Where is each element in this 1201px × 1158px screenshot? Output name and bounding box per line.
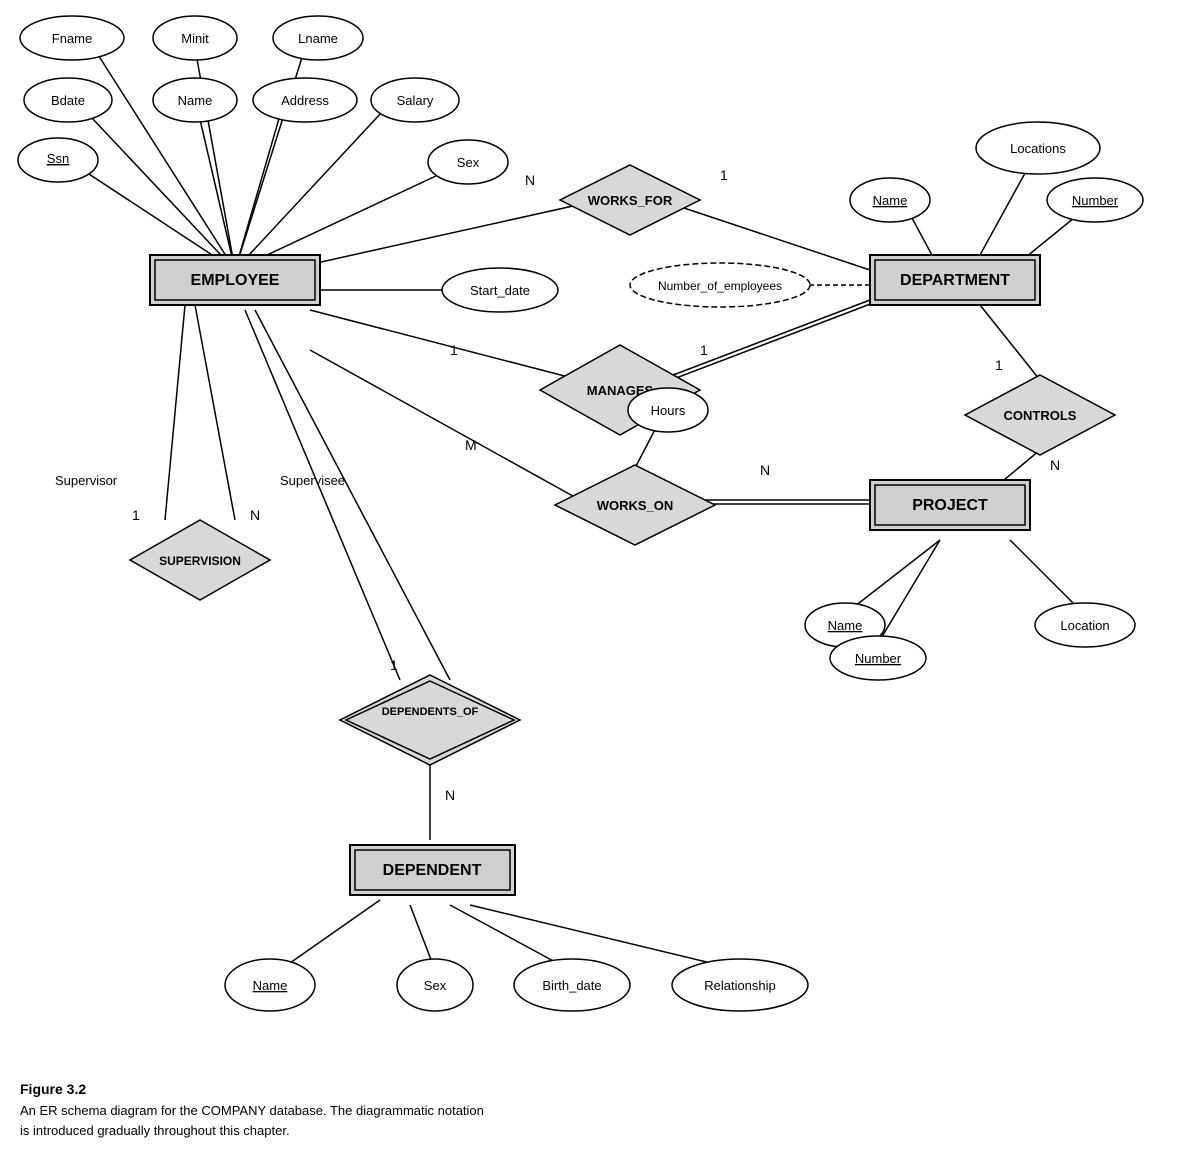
- caption-line2: is introduced gradually throughout this …: [20, 1123, 290, 1138]
- ssn-attr: Ssn: [47, 151, 69, 166]
- location-attr: Location: [1060, 618, 1109, 633]
- dept-name-attr: Name: [873, 193, 908, 208]
- dependent-label: DEPENDENT: [383, 862, 482, 879]
- lname-attr: Lname: [298, 31, 338, 46]
- locations-attr: Locations: [1010, 141, 1066, 156]
- supervision-1: 1: [132, 507, 140, 523]
- dependents-of-n: N: [445, 787, 455, 803]
- name-emp-attr: Name: [178, 93, 213, 108]
- minit-attr: Minit: [181, 31, 209, 46]
- bdate-attr: Bdate: [51, 93, 85, 108]
- manages-1-emp: 1: [450, 342, 458, 358]
- proj-name-attr: Name: [828, 618, 863, 633]
- salary-attr: Salary: [397, 93, 434, 108]
- supervision-label: SUPERVISION: [159, 554, 241, 568]
- dept-number-attr: Number: [1072, 193, 1119, 208]
- caption-line1: An ER schema diagram for the COMPANY dat…: [20, 1103, 484, 1118]
- manages-1-dept: 1: [700, 342, 708, 358]
- controls-label: CONTROLS: [1004, 408, 1077, 423]
- works-on-m: M: [465, 437, 477, 453]
- works-on-n: N: [760, 462, 770, 478]
- dep-sex-attr: Sex: [424, 978, 447, 993]
- employee-label: EMPLOYEE: [191, 272, 280, 289]
- works-for-1: 1: [720, 167, 728, 183]
- sex-emp-attr: Sex: [457, 155, 480, 170]
- dep-name-attr: Name: [253, 978, 288, 993]
- caption-text: An ER schema diagram for the COMPANY dat…: [20, 1101, 620, 1140]
- fname-attr: Fname: [52, 31, 92, 46]
- controls-1: 1: [995, 357, 1003, 373]
- dependents-of-1: 1: [390, 657, 398, 673]
- hours-attr: Hours: [651, 403, 686, 418]
- controls-n: N: [1050, 457, 1060, 473]
- supervisee-label: Supervisee: [280, 473, 345, 488]
- start-date-attr: Start_date: [470, 283, 530, 298]
- er-diagram-container: EMPLOYEE DEPARTMENT PROJECT DEPENDENT WO…: [0, 0, 1201, 1100]
- works-for-n: N: [525, 172, 535, 188]
- relationship-attr: Relationship: [704, 978, 776, 993]
- num-employees-attr: Number_of_employees: [658, 279, 782, 293]
- supervision-n: N: [250, 507, 260, 523]
- supervisor-label: Supervisor: [55, 473, 118, 488]
- department-label: DEPARTMENT: [900, 272, 1010, 289]
- birth-date-attr: Birth_date: [542, 978, 601, 993]
- caption-title: Figure 3.2: [20, 1081, 620, 1097]
- works-for-label: WORKS_FOR: [588, 193, 673, 208]
- proj-number-attr: Number: [855, 651, 902, 666]
- figure-caption: Figure 3.2 An ER schema diagram for the …: [20, 1081, 620, 1140]
- dependents-of-label: DEPENDENTS_OF: [382, 706, 479, 718]
- address-attr: Address: [281, 93, 329, 108]
- project-label: PROJECT: [912, 497, 988, 514]
- works-on-label: WORKS_ON: [597, 498, 674, 513]
